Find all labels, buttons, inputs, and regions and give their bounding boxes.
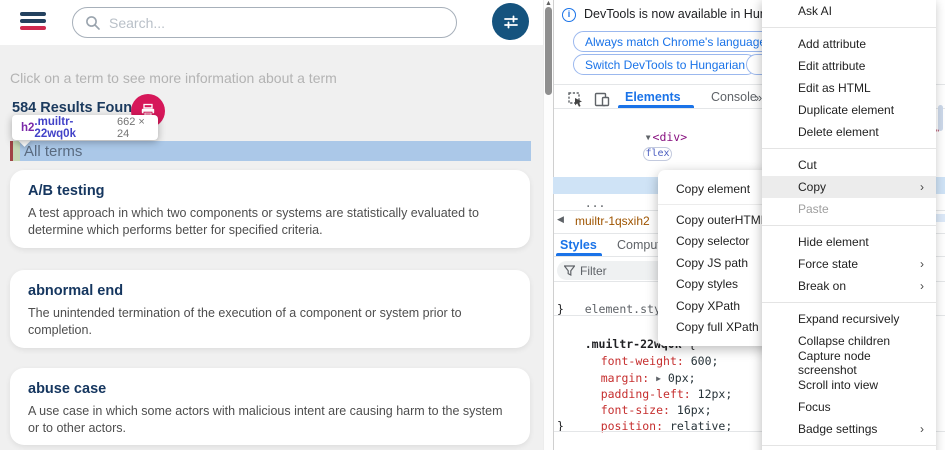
submenu-chevron-icon: › — [920, 279, 924, 293]
menu-item-copy-full-xpath[interactable]: Copy full XPath — [658, 317, 772, 339]
menu-item-badge-settings[interactable]: Badge settings› — [762, 418, 936, 440]
flex-badge[interactable]: flex — [643, 147, 672, 161]
inspect-padding-overlay — [13, 141, 20, 161]
term-definition: A use case in which some actors with mal… — [28, 403, 506, 436]
term-title: abnormal end — [28, 283, 512, 299]
menu-item-add-attribute[interactable]: Add attribute — [762, 33, 936, 55]
dom-node[interactable]: ▼<div> — [618, 113, 687, 129]
chevron-left-icon[interactable]: ◀ — [557, 214, 564, 225]
tooltip-class: .muiltr-22wq0k — [34, 116, 111, 140]
css-property[interactable]: margin: ▶ 0px; — [573, 354, 696, 370]
inspect-content-overlay: All terms — [20, 141, 531, 161]
element-size-tooltip: h2.muiltr-22wq0k 662 × 24 — [12, 115, 158, 140]
menu-item-ask-ai[interactable]: Ask AI — [762, 0, 936, 22]
magnifier-icon — [85, 15, 101, 31]
glossary-page: Click on a term to see more information … — [0, 0, 543, 450]
search-input[interactable] — [109, 15, 439, 31]
menu-item-copy-selector[interactable]: Copy selector — [658, 231, 772, 253]
tooltip-tag: h2 — [21, 122, 34, 134]
dom-node-ellipsis[interactable]: ... — [557, 179, 605, 195]
scrollbar-up-arrow-icon[interactable]: ▲ — [545, 0, 552, 7]
menu-item-hide-element[interactable]: Hide element — [762, 231, 936, 253]
menu-item-edit-as-html[interactable]: Edit as HTML — [762, 77, 936, 99]
funnel-icon — [564, 265, 575, 276]
term-title: A/B testing — [28, 183, 512, 199]
menu-item-duplicate-element[interactable]: Duplicate element — [762, 99, 936, 121]
tab-elements[interactable]: Elements — [625, 90, 681, 104]
css-property[interactable]: font-size: 16px; — [573, 386, 712, 402]
menu-item-paste: Paste — [762, 198, 936, 220]
term-card[interactable]: abuse case A use case in which some acto… — [10, 368, 530, 445]
term-title: abuse case — [28, 381, 512, 397]
dom-node[interactable]: ▶<div class="MuiBox- — [633, 130, 773, 146]
inspect-cursor-icon[interactable] — [568, 92, 584, 112]
menu-item-edit-attribute[interactable]: Edit attribute — [762, 55, 936, 77]
menu-item-force-state[interactable]: Force state› — [762, 253, 936, 275]
filter-button[interactable] — [492, 3, 529, 40]
menu-item-copy-js-path[interactable]: Copy JS path — [658, 252, 772, 274]
submenu-chevron-icon: › — [920, 422, 924, 436]
info-icon: i — [562, 8, 576, 22]
page-hint: Click on a term to see more information … — [10, 70, 337, 86]
page-scrollbar-thumb[interactable] — [545, 7, 552, 95]
menu-item-capture-node-screenshot[interactable]: Capture node screenshot — [762, 352, 936, 374]
elements-scrollbar-thumb[interactable] — [938, 105, 943, 131]
term-definition: A test approach in which two components … — [28, 205, 506, 238]
results-count: 584 Results Found — [12, 100, 141, 116]
menu-item-copy-outerhtml[interactable]: Copy outerHTML — [658, 209, 772, 231]
term-card[interactable]: A/B testing A test approach in which two… — [10, 170, 530, 248]
term-card[interactable]: abnormal end The unintended termination … — [10, 270, 530, 348]
submenu-chevron-icon: › — [920, 257, 924, 271]
search-box[interactable] — [72, 7, 457, 38]
menu-separator — [762, 225, 936, 226]
sliders-icon — [502, 13, 520, 31]
menu-item-break-on[interactable]: Break on› — [762, 275, 936, 297]
submenu-separator — [658, 204, 772, 205]
device-toolbar-icon[interactable] — [594, 92, 610, 112]
term-definition: The unintended termination of the execut… — [28, 305, 506, 338]
selected-row-fragment — [936, 177, 945, 194]
css-rule-selector[interactable]: *, ::before, ::after { — [557, 434, 737, 450]
copy-submenu: Copy element Copy outerHTML Copy selecto… — [658, 170, 772, 346]
menu-item-copy-styles[interactable]: Copy styles — [658, 274, 772, 296]
filter-input[interactable] — [580, 264, 660, 278]
crumb-row-fragment — [936, 214, 945, 222]
section-header-all-terms[interactable]: All terms — [10, 141, 531, 161]
menu-item-focus[interactable]: Focus — [762, 396, 936, 418]
tab-styles[interactable]: Styles — [560, 238, 597, 252]
menu-item-copy-element[interactable]: Copy element — [658, 178, 772, 200]
breadcrumb-crumb[interactable]: muiltr-1qsxih2 — [575, 214, 650, 228]
hamburger-menu-icon[interactable] — [0, 0, 60, 45]
menu-item-expand-recursively[interactable]: Expand recursively — [762, 308, 936, 330]
menu-item-delete-element[interactable]: Delete element — [762, 121, 936, 143]
menu-item-scroll-into-view[interactable]: Scroll into view — [762, 374, 936, 396]
element-context-menu: Ask AI Add attribute Edit attribute Edit… — [762, 0, 936, 450]
menu-separator — [762, 27, 936, 28]
menu-item-copy-xpath[interactable]: Copy XPath — [658, 295, 772, 317]
tooltip-dimensions: 662 × 24 — [117, 116, 158, 140]
tab-computed[interactable]: Computed — [617, 238, 663, 252]
screenshot-root: Click on a term to see more information … — [0, 0, 945, 450]
css-property[interactable]: position: relative; — [573, 402, 732, 418]
tab-console[interactable]: Console — [711, 90, 757, 104]
menu-item-copy[interactable]: Copy› — [762, 176, 936, 198]
css-property[interactable]: padding-left: 12px; — [573, 370, 732, 386]
menu-separator — [762, 445, 936, 446]
menu-item-cut[interactable]: Cut — [762, 154, 936, 176]
submenu-chevron-icon: › — [920, 180, 924, 194]
section-header-label: All terms — [24, 143, 82, 160]
menu-separator — [762, 302, 936, 303]
infobar-action-match-language[interactable]: Always match Chrome's language — [573, 31, 778, 52]
menu-separator — [762, 148, 936, 149]
infobar-action-switch-hungarian[interactable]: Switch DevTools to Hungarian — [573, 54, 757, 75]
